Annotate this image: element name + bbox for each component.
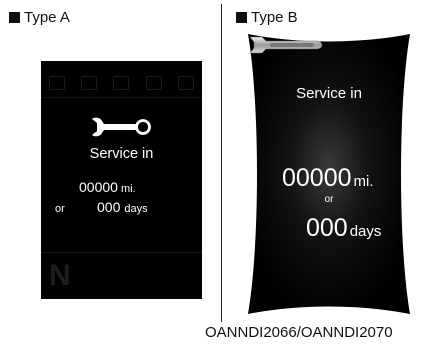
ghost-bottom-panel: N (41, 252, 202, 299)
service-days-value: 000 (97, 199, 121, 215)
type-b-label-text: Type B (251, 9, 298, 26)
service-miles-readout: 00000 mi. (79, 179, 136, 195)
figure-code-caption: OANNDI2066/OANNDI2070 (205, 324, 393, 341)
type-a-label: Type A (9, 9, 70, 26)
service-miles-unit: mi. (353, 173, 374, 190)
service-days-value: 000 (306, 214, 348, 242)
ghost-indicator-icon (81, 76, 98, 90)
or-text: or (55, 203, 65, 215)
type-b-label: Type B (236, 9, 298, 26)
type-b-display: Service in 00000 mi. or 000 days (248, 34, 410, 314)
service-days-unit: days (349, 223, 382, 240)
ghost-gear-indicator: N (49, 259, 71, 292)
service-miles-value: 00000 (79, 179, 118, 195)
service-miles-unit: mi. (120, 183, 136, 195)
or-text: or (324, 194, 334, 205)
ghost-indicator-icon (177, 76, 194, 90)
wrench-icon (249, 36, 323, 54)
square-bullet-icon (236, 12, 247, 23)
service-days-readout: 000 days (97, 199, 148, 215)
ghost-indicator-icon (113, 76, 130, 90)
service-days-readout: 000 days (306, 214, 381, 243)
service-days-unit: days (124, 203, 148, 215)
wrench-icon (92, 117, 151, 137)
panel-divider (221, 4, 222, 322)
service-miles-readout: 00000 mi. (282, 164, 374, 193)
service-in-text: Service in (296, 85, 362, 102)
service-in-text: Service in (89, 146, 154, 162)
type-a-label-text: Type A (24, 9, 70, 26)
type-a-display: Service in 00000 mi. or 000 days N (41, 61, 202, 299)
ghost-indicator-row (41, 69, 202, 98)
square-bullet-icon (9, 12, 20, 23)
ghost-indicator-icon (49, 76, 66, 90)
ghost-indicator-icon (145, 76, 162, 90)
service-miles-value: 00000 (282, 164, 352, 192)
